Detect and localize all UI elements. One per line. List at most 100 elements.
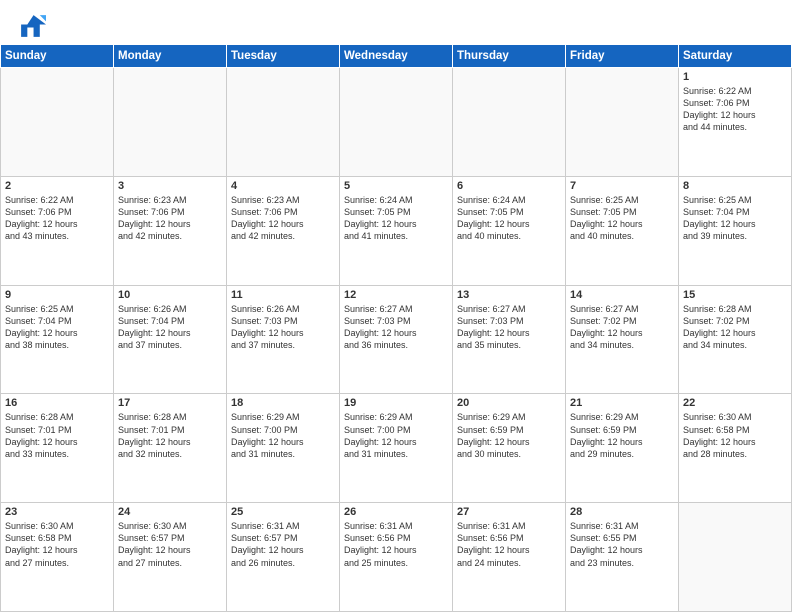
day-info: Sunrise: 6:23 AM Sunset: 7:06 PM Dayligh… xyxy=(118,194,222,243)
day-info: Sunrise: 6:25 AM Sunset: 7:04 PM Dayligh… xyxy=(683,194,787,243)
calendar-cell: 5 Sunrise: 6:24 AM Sunset: 7:05 PM Daylig… xyxy=(340,176,453,285)
calendar-cell xyxy=(340,68,453,177)
day-number: 16 xyxy=(5,397,109,409)
calendar-cell xyxy=(227,68,340,177)
day-number: 25 xyxy=(231,506,335,518)
calendar-cell: 26 Sunrise: 6:31 AM Sunset: 6:56 PM Dayli… xyxy=(340,503,453,612)
day-number: 4 xyxy=(231,180,335,192)
day-number: 28 xyxy=(570,506,674,518)
day-info: Sunrise: 6:22 AM Sunset: 7:06 PM Dayligh… xyxy=(683,85,787,134)
calendar-week-3: 9Sunrise: 6:25 AM Sunset: 7:04 PM Daylig… xyxy=(1,285,792,394)
calendar-cell: 11 Sunrise: 6:26 AM Sunset: 7:03 PM Dayli… xyxy=(227,285,340,394)
day-number: 17 xyxy=(118,397,222,409)
day-number: 22 xyxy=(683,397,787,409)
day-info: Sunrise: 6:26 AM Sunset: 7:04 PM Dayligh… xyxy=(118,303,222,352)
calendar-cell: 6 Sunrise: 6:24 AM Sunset: 7:05 PM Daylig… xyxy=(453,176,566,285)
calendar-cell: 3 Sunrise: 6:23 AM Sunset: 7:06 PM Daylig… xyxy=(114,176,227,285)
day-number: 1 xyxy=(683,71,787,83)
calendar-cell: 1 Sunrise: 6:22 AM Sunset: 7:06 PM Daylig… xyxy=(679,68,792,177)
day-info: Sunrise: 6:24 AM Sunset: 7:05 PM Dayligh… xyxy=(344,194,448,243)
day-info: Sunrise: 6:24 AM Sunset: 7:05 PM Dayligh… xyxy=(457,194,561,243)
day-info: Sunrise: 6:29 AM Sunset: 6:59 PM Dayligh… xyxy=(570,411,674,460)
calendar-cell: 10 Sunrise: 6:26 AM Sunset: 7:04 PM Dayli… xyxy=(114,285,227,394)
calendar-header-saturday: Saturday xyxy=(679,45,792,68)
calendar-week-5: 23Sunrise: 6:30 AM Sunset: 6:58 PM Dayli… xyxy=(1,503,792,612)
day-number: 2 xyxy=(5,180,109,192)
calendar-cell: 2 Sunrise: 6:22 AM Sunset: 7:06 PM Daylig… xyxy=(1,176,114,285)
calendar-cell: 19 Sunrise: 6:29 AM Sunset: 7:00 PM Dayli… xyxy=(340,394,453,503)
day-info: Sunrise: 6:31 AM Sunset: 6:55 PM Dayligh… xyxy=(570,520,674,569)
calendar-cell xyxy=(679,503,792,612)
calendar-cell xyxy=(114,68,227,177)
day-info: Sunrise: 6:31 AM Sunset: 6:56 PM Dayligh… xyxy=(344,520,448,569)
day-info: Sunrise: 6:30 AM Sunset: 6:58 PM Dayligh… xyxy=(5,520,109,569)
day-number: 6 xyxy=(457,180,561,192)
day-info: Sunrise: 6:27 AM Sunset: 7:03 PM Dayligh… xyxy=(344,303,448,352)
calendar-week-4: 16 Sunrise: 6:28 AM Sunset: 7:01 PM Dayli… xyxy=(1,394,792,503)
calendar-cell: 17 Sunrise: 6:28 AM Sunset: 7:01 PM Dayli… xyxy=(114,394,227,503)
day-number: 14 xyxy=(570,289,674,301)
day-info: Sunrise: 6:29 AM Sunset: 6:59 PM Dayligh… xyxy=(457,411,561,460)
day-info: Sunrise: 6:31 AM Sunset: 6:56 PM Dayligh… xyxy=(457,520,561,569)
calendar-table: SundayMondayTuesdayWednesdayThursdayFrid… xyxy=(0,44,792,612)
day-number: 3 xyxy=(118,180,222,192)
header xyxy=(0,0,792,44)
calendar-header-wednesday: Wednesday xyxy=(340,45,453,68)
calendar-week-1: 1 Sunrise: 6:22 AM Sunset: 7:06 PM Daylig… xyxy=(1,68,792,177)
day-info: Sunrise: 6:27 AM Sunset: 7:02 PM Dayligh… xyxy=(570,303,674,352)
day-info: Sunrise: 6:29 AM Sunset: 7:00 PM Dayligh… xyxy=(344,411,448,460)
page: SundayMondayTuesdayWednesdayThursdayFrid… xyxy=(0,0,792,612)
day-number: 12 xyxy=(344,289,448,301)
day-info: Sunrise: 6:22 AM Sunset: 7:06 PM Dayligh… xyxy=(5,194,109,243)
calendar-cell: 13 Sunrise: 6:27 AM Sunset: 7:03 PM Dayli… xyxy=(453,285,566,394)
calendar-header-row: SundayMondayTuesdayWednesdayThursdayFrid… xyxy=(1,45,792,68)
day-number: 5 xyxy=(344,180,448,192)
day-number: 11 xyxy=(231,289,335,301)
calendar-header-thursday: Thursday xyxy=(453,45,566,68)
calendar-cell: 14 Sunrise: 6:27 AM Sunset: 7:02 PM Dayli… xyxy=(566,285,679,394)
day-info: Sunrise: 6:30 AM Sunset: 6:58 PM Dayligh… xyxy=(683,411,787,460)
calendar-cell: 28 Sunrise: 6:31 AM Sunset: 6:55 PM Dayli… xyxy=(566,503,679,612)
calendar-cell: 12 Sunrise: 6:27 AM Sunset: 7:03 PM Dayli… xyxy=(340,285,453,394)
day-info: Sunrise: 6:26 AM Sunset: 7:03 PM Dayligh… xyxy=(231,303,335,352)
day-number: 24 xyxy=(118,506,222,518)
calendar-cell: 25 Sunrise: 6:31 AM Sunset: 6:57 PM Dayli… xyxy=(227,503,340,612)
logo xyxy=(18,12,50,40)
calendar-cell: 18Sunrise: 6:29 AM Sunset: 7:00 PM Dayli… xyxy=(227,394,340,503)
calendar-cell xyxy=(1,68,114,177)
calendar-header-monday: Monday xyxy=(114,45,227,68)
day-info: Sunrise: 6:30 AM Sunset: 6:57 PM Dayligh… xyxy=(118,520,222,569)
day-number: 26 xyxy=(344,506,448,518)
calendar-cell: 24 Sunrise: 6:30 AM Sunset: 6:57 PM Dayli… xyxy=(114,503,227,612)
calendar-cell: 15 Sunrise: 6:28 AM Sunset: 7:02 PM Dayli… xyxy=(679,285,792,394)
calendar-header-friday: Friday xyxy=(566,45,679,68)
day-info: Sunrise: 6:25 AM Sunset: 7:04 PM Dayligh… xyxy=(5,303,109,352)
day-info: Sunrise: 6:23 AM Sunset: 7:06 PM Dayligh… xyxy=(231,194,335,243)
day-number: 13 xyxy=(457,289,561,301)
calendar-header-tuesday: Tuesday xyxy=(227,45,340,68)
day-info: Sunrise: 6:29 AM Sunset: 7:00 PM Dayligh… xyxy=(231,411,335,460)
day-number: 27 xyxy=(457,506,561,518)
day-info: Sunrise: 6:31 AM Sunset: 6:57 PM Dayligh… xyxy=(231,520,335,569)
day-number: 8 xyxy=(683,180,787,192)
calendar-cell: 7 Sunrise: 6:25 AM Sunset: 7:05 PM Daylig… xyxy=(566,176,679,285)
day-number: 10 xyxy=(118,289,222,301)
day-number: 19 xyxy=(344,397,448,409)
day-number: 21 xyxy=(570,397,674,409)
calendar-cell: 22 Sunrise: 6:30 AM Sunset: 6:58 PM Dayli… xyxy=(679,394,792,503)
day-number: 15 xyxy=(683,289,787,301)
day-info: Sunrise: 6:27 AM Sunset: 7:03 PM Dayligh… xyxy=(457,303,561,352)
day-info: Sunrise: 6:28 AM Sunset: 7:01 PM Dayligh… xyxy=(118,411,222,460)
day-info: Sunrise: 6:25 AM Sunset: 7:05 PM Dayligh… xyxy=(570,194,674,243)
calendar-cell: 27 Sunrise: 6:31 AM Sunset: 6:56 PM Dayli… xyxy=(453,503,566,612)
calendar-cell: 9Sunrise: 6:25 AM Sunset: 7:04 PM Daylig… xyxy=(1,285,114,394)
calendar-cell: 23Sunrise: 6:30 AM Sunset: 6:58 PM Dayli… xyxy=(1,503,114,612)
calendar-cell: 4 Sunrise: 6:23 AM Sunset: 7:06 PM Daylig… xyxy=(227,176,340,285)
day-number: 7 xyxy=(570,180,674,192)
logo-icon xyxy=(18,12,46,40)
calendar-cell xyxy=(566,68,679,177)
calendar-cell xyxy=(453,68,566,177)
calendar-cell: 20Sunrise: 6:29 AM Sunset: 6:59 PM Dayli… xyxy=(453,394,566,503)
calendar-week-2: 2 Sunrise: 6:22 AM Sunset: 7:06 PM Daylig… xyxy=(1,176,792,285)
day-info: Sunrise: 6:28 AM Sunset: 7:02 PM Dayligh… xyxy=(683,303,787,352)
